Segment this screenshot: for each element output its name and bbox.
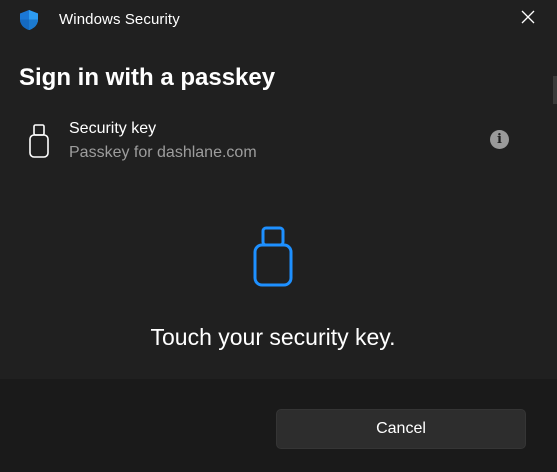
usb-security-key-icon [29, 124, 49, 158]
window-title: Windows Security [59, 11, 180, 28]
close-button[interactable] [513, 2, 543, 32]
edge-strip [553, 76, 557, 104]
title-bar: Windows Security [0, 0, 557, 42]
instruction-text: Touch your security key. [150, 324, 396, 350]
dialog-heading: Sign in with a passkey [19, 64, 276, 91]
usb-security-key-icon [253, 226, 293, 287]
cancel-button[interactable]: Cancel [276, 409, 526, 449]
authenticator-subtitle: Passkey for dashlane.com [69, 144, 257, 161]
authenticator-option: Security key Passkey for dashlane.com i [0, 116, 557, 168]
authenticator-title: Security key [69, 120, 157, 137]
close-icon [521, 10, 535, 24]
info-icon[interactable]: i [490, 130, 509, 149]
windows-security-dialog: Windows Security Sign in with a passkey … [0, 0, 557, 472]
shield-icon [20, 10, 38, 30]
dialog-footer: Cancel [0, 379, 557, 472]
